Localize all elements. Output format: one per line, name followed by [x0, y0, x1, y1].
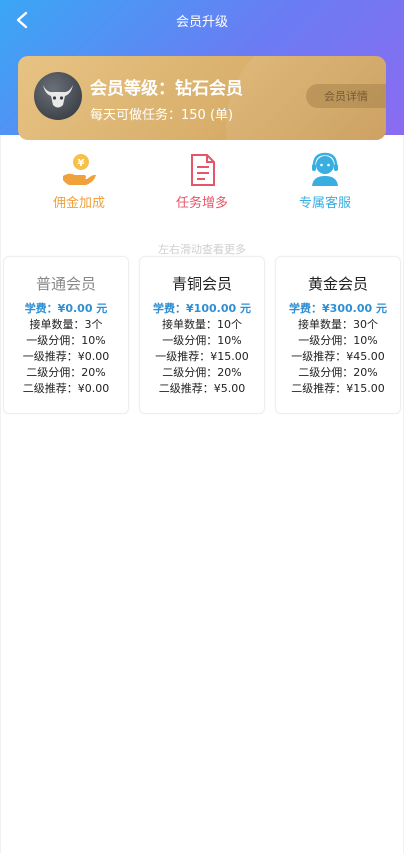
plan-level1-commission: 一级分佣：10% [162, 334, 242, 347]
document-icon [191, 154, 215, 186]
plan-fee: 学费：¥0.00 元 [24, 302, 108, 315]
plan-level2-referral: 二级推荐：¥0.00 [22, 382, 110, 395]
plan-order-limit: 接单数量：30个 [298, 318, 378, 331]
bull-head-icon [43, 85, 73, 108]
coin-hand-icon: ¥ [63, 154, 96, 185]
top-bar: 会员升级 [0, 0, 404, 40]
plan-level2-referral: 二级推荐：¥15.00 [291, 382, 385, 395]
plan-card-bronze[interactable]: 青铜会员 学费：¥100.00 元 接单数量：10个 一级分佣：10% 一级推荐… [139, 256, 265, 414]
feature-more-tasks-label: 任务增多 [175, 196, 228, 211]
plan-level1-commission: 一级分佣：10% [26, 334, 106, 347]
plan-fee: 学费：¥100.00 元 [153, 302, 251, 315]
plan-order-limit: 接单数量：10个 [162, 318, 242, 331]
plan-fee: 学费：¥300.00 元 [289, 302, 387, 315]
plan-level1-referral: 一级推荐：¥0.00 [22, 350, 110, 363]
daily-task-count: 每天可做任务：150 (单) [90, 108, 234, 123]
feature-customer-service[interactable]: 专属客服 [265, 150, 385, 211]
plan-list: 普通会员 学费：¥0.00 元 接单数量：3个 一级分佣：10% 一级推荐：¥0… [3, 256, 401, 416]
swipe-hint: 左右滑动查看更多 [158, 243, 246, 256]
page-title: 会员升级 [175, 15, 228, 30]
avatar [34, 72, 82, 120]
plan-level2-commission: 二级分佣：20% [26, 366, 106, 379]
plan-name: 普通会员 [35, 275, 96, 293]
plan-level1-referral: 一级推荐：¥45.00 [291, 350, 385, 363]
feature-commission-label: 佣金加成 [52, 196, 105, 211]
member-card: 会员等级：钻石会员 每天可做任务：150 (单) 会员详情 [18, 56, 386, 140]
feature-more-tasks[interactable]: 任务增多 [142, 150, 262, 211]
member-level: 会员等级：钻石会员 [90, 79, 243, 99]
plan-level1-commission: 一级分佣：10% [298, 334, 378, 347]
plan-level1-referral: 一级推荐：¥15.00 [155, 350, 249, 363]
feature-row: ¥ 佣金加成 任务增多 专属客服 [0, 150, 404, 220]
plan-order-limit: 接单数量：3个 [29, 318, 103, 331]
feature-commission[interactable]: ¥ 佣金加成 [19, 150, 139, 211]
plan-card-basic[interactable]: 普通会员 学费：¥0.00 元 接单数量：3个 一级分佣：10% 一级推荐：¥0… [3, 256, 129, 414]
plan-level2-commission: 二级分佣：20% [162, 366, 242, 379]
plan-name: 黄金会员 [307, 275, 368, 293]
feature-customer-service-label: 专属客服 [298, 196, 351, 211]
plan-level2-referral: 二级推荐：¥5.00 [158, 382, 246, 395]
member-detail-button[interactable]: 会员详情 [306, 84, 386, 108]
plan-name: 青铜会员 [171, 275, 232, 293]
plan-level2-commission: 二级分佣：20% [298, 366, 378, 379]
plan-card-gold[interactable]: 黄金会员 学费：¥300.00 元 接单数量：30个 一级分佣：10% 一级推荐… [275, 256, 401, 414]
svg-text:¥: ¥ [78, 158, 85, 169]
customer-service-icon [312, 152, 338, 186]
